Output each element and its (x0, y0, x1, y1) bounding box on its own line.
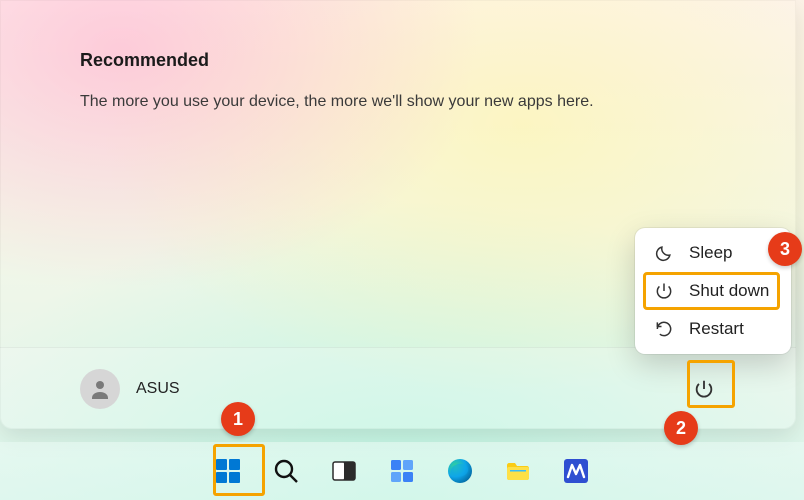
recommended-section: Recommended The more you use your device… (80, 50, 736, 111)
taskview-button[interactable] (325, 452, 363, 490)
start-menu-panel: Recommended The more you use your device… (0, 0, 796, 429)
user-name: ASUS (136, 380, 180, 398)
power-menu-label: Restart (689, 319, 744, 339)
edge-button[interactable] (441, 452, 479, 490)
search-button[interactable] (267, 452, 305, 490)
myasus-icon (562, 457, 590, 485)
start-button[interactable] (209, 452, 247, 490)
power-menu-label: Sleep (689, 243, 732, 263)
user-icon (88, 377, 112, 401)
power-menu-sleep[interactable]: Sleep (639, 234, 787, 272)
power-menu-restart[interactable]: Restart (639, 310, 787, 348)
power-icon (653, 280, 675, 302)
restart-icon (653, 318, 675, 340)
user-chip[interactable]: ASUS (80, 369, 180, 409)
power-menu-shutdown[interactable]: Shut down (639, 272, 787, 310)
widgets-icon (388, 457, 416, 485)
recommended-title: Recommended (80, 50, 736, 71)
explorer-button[interactable] (499, 452, 537, 490)
power-icon (693, 378, 715, 400)
search-icon (272, 457, 300, 485)
myasus-button[interactable] (557, 452, 595, 490)
windows-icon (214, 457, 242, 485)
power-button[interactable] (682, 367, 726, 411)
folder-icon (504, 457, 532, 485)
start-menu-userbar: ASUS (0, 347, 796, 429)
avatar (80, 369, 120, 409)
edge-icon (446, 457, 474, 485)
recommended-body: The more you use your device, the more w… (80, 93, 736, 111)
taskview-icon (330, 457, 358, 485)
power-menu: Sleep Shut down Restart (635, 228, 791, 354)
widgets-button[interactable] (383, 452, 421, 490)
moon-icon (653, 242, 675, 264)
taskbar (0, 442, 804, 500)
power-menu-label: Shut down (689, 281, 769, 301)
